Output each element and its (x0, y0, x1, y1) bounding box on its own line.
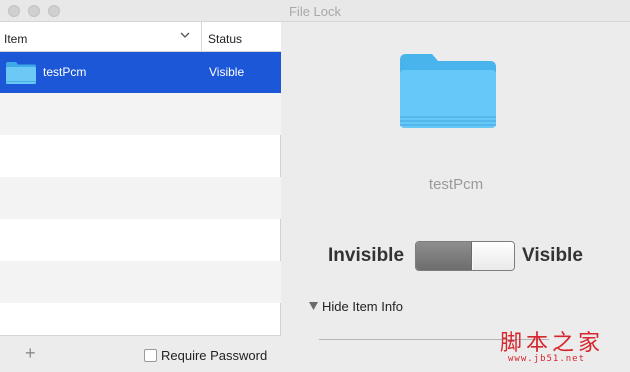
empty-table-row (0, 177, 281, 219)
disclosure-triangle-icon[interactable] (309, 302, 318, 310)
folder-icon (400, 54, 496, 128)
visibility-toggle[interactable] (415, 241, 515, 271)
folder-icon (6, 62, 36, 84)
plus-icon[interactable]: + (25, 343, 36, 364)
toggle-track-fill (416, 242, 472, 270)
hide-item-info-toggle[interactable]: Hide Item Info (322, 299, 403, 314)
window-title: File Lock (288, 4, 342, 19)
title-bar: File Lock (0, 0, 630, 22)
table-row[interactable]: testPcm Visible (0, 52, 281, 93)
require-password-label[interactable]: Require Password (161, 348, 267, 363)
empty-table-row (0, 303, 281, 333)
empty-table-row (0, 261, 281, 303)
table-header: Item Status (0, 22, 281, 52)
require-password-checkbox[interactable] (144, 349, 157, 362)
toggle-knob[interactable] (473, 242, 514, 270)
visible-label: Visible (522, 245, 583, 266)
item-table-body: testPcm Visible (0, 52, 281, 333)
item-detail-pane: testPcm Invisible Visible Hide Item Info (282, 22, 630, 372)
empty-table-row (0, 93, 281, 135)
list-footer: + Require Password (0, 335, 281, 372)
watermark-text: 脚本之家 (500, 331, 605, 356)
file-lock-window: File Lock Item Status testPcm Visible + … (0, 0, 630, 372)
column-header-item[interactable]: Item (4, 32, 27, 46)
watermark-url: www.jb51.net (508, 354, 586, 364)
watermark: 脚本之家 www.jb51.net (500, 325, 625, 370)
empty-table-row (0, 135, 281, 177)
empty-table-row (0, 219, 281, 261)
item-list-pane: Item Status testPcm Visible + Require Pa… (0, 22, 281, 372)
row-item-status: Visible (209, 65, 245, 79)
column-header-status[interactable]: Status (208, 32, 242, 46)
row-item-name: testPcm (43, 65, 87, 79)
column-divider[interactable] (201, 22, 202, 52)
selected-item-name: testPcm (428, 176, 484, 193)
sort-chevron-down-icon[interactable] (180, 31, 190, 39)
invisible-label: Invisible (328, 245, 405, 266)
